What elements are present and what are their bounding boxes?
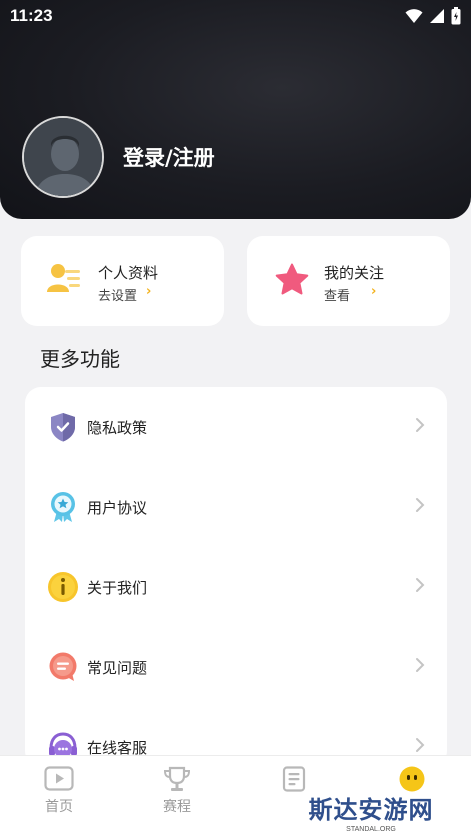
- menu-item-faq[interactable]: 常见问题: [25, 637, 447, 697]
- document-icon: [282, 766, 306, 792]
- chevron-right-icon: ›: [371, 284, 377, 299]
- chevron-right-icon: ›: [146, 284, 152, 299]
- watermark-subtext: STANDAL.ORG: [346, 826, 396, 833]
- profile-info-card[interactable]: 个人资料 去设置 ›: [21, 236, 224, 326]
- card-subtitle: 查看: [324, 289, 351, 304]
- chevron-right-icon: [416, 418, 425, 432]
- signal-icon: [430, 9, 444, 23]
- watermark-text: 斯达安游网: [308, 795, 434, 824]
- chat-bubble-icon: [49, 652, 77, 681]
- status-time: 11:23: [10, 6, 53, 25]
- card-title: 个人资料: [98, 264, 159, 282]
- trophy-icon: [163, 766, 191, 791]
- play-icon: [44, 766, 74, 791]
- menu-item-user-agreement[interactable]: 用户协议: [25, 477, 447, 537]
- menu-item-privacy-policy[interactable]: 隐私政策: [25, 397, 447, 457]
- menu-item-label: 常见问题: [87, 659, 148, 677]
- section-title: 更多功能: [40, 347, 120, 371]
- battery-icon: [451, 7, 461, 25]
- chevron-right-icon: [416, 738, 425, 752]
- chevron-right-icon: [416, 578, 425, 592]
- wifi-icon: [405, 9, 423, 23]
- tab-home[interactable]: 首页: [19, 764, 99, 824]
- shield-check-icon: [51, 413, 75, 442]
- status-bar: 11:23: [0, 0, 471, 32]
- profile-card-icon: [47, 264, 80, 292]
- login-register-link[interactable]: 登录/注册: [123, 142, 215, 172]
- default-avatar-icon: [24, 118, 102, 196]
- menu-item-label: 隐私政策: [87, 419, 148, 437]
- menu-item-label: 用户协议: [87, 499, 148, 517]
- badge-star-icon: [51, 492, 75, 522]
- avatar[interactable]: [22, 116, 104, 198]
- chevron-right-icon: [416, 658, 425, 672]
- menu-list: 隐私政策 用户协议 关于我们 常见问题 在线客服: [25, 387, 447, 767]
- tab-label: 赛程: [163, 799, 191, 815]
- card-subtitle: 去设置: [98, 289, 138, 304]
- profile-header: 11:23 登录/注册: [0, 0, 471, 219]
- status-icons: [405, 7, 461, 25]
- my-follows-card[interactable]: 我的关注 查看 ›: [247, 236, 450, 326]
- menu-item-about-us[interactable]: 关于我们: [25, 557, 447, 617]
- card-title: 我的关注: [324, 264, 385, 282]
- watermark-logo: 斯达安游网 STANDAL.ORG: [296, 790, 446, 836]
- tab-label: 首页: [45, 799, 73, 815]
- star-icon: [275, 263, 309, 295]
- info-icon: [48, 572, 78, 602]
- tab-schedule[interactable]: 赛程: [137, 764, 217, 824]
- menu-item-label: 关于我们: [87, 579, 148, 597]
- chevron-right-icon: [416, 498, 425, 512]
- profile-face-icon: [399, 766, 425, 792]
